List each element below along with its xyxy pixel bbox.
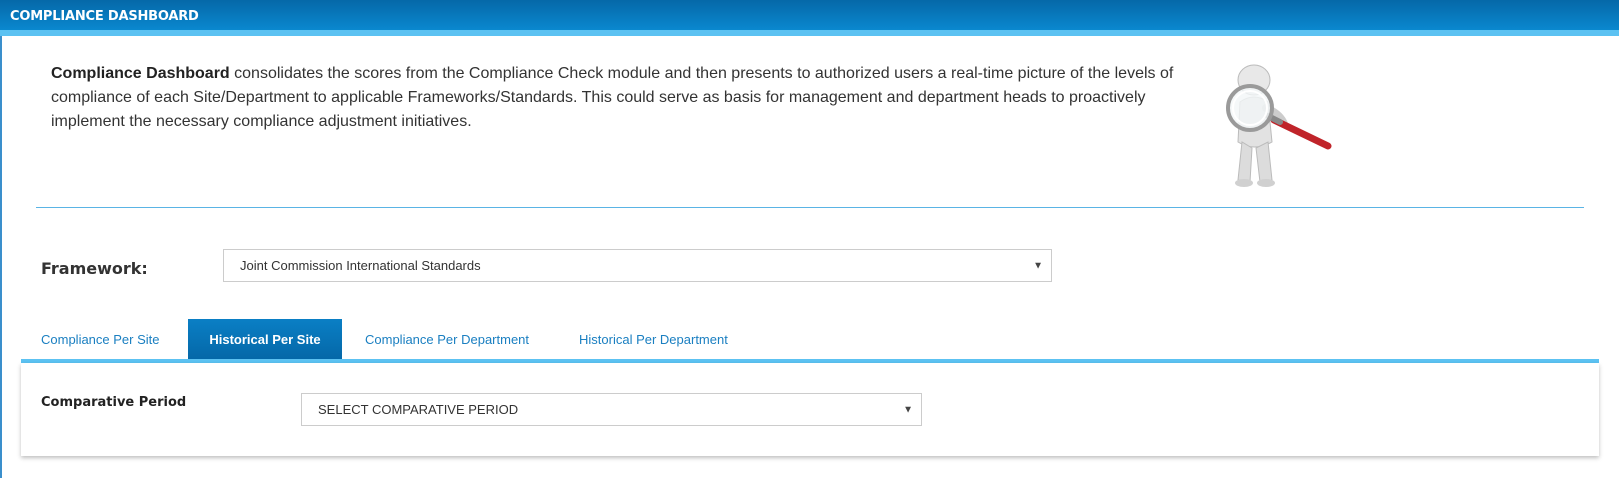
framework-select[interactable]: Joint Commission International Standards…	[223, 249, 1052, 282]
chevron-down-icon: ▼	[903, 404, 913, 415]
chevron-down-icon: ▼	[1033, 260, 1043, 271]
comparative-period-select[interactable]: SELECT COMPARATIVE PERIOD ▼	[301, 393, 922, 426]
tab-label: Compliance Per Site	[41, 331, 160, 347]
comparative-period-value: SELECT COMPARATIVE PERIOD	[318, 402, 519, 417]
intro-paragraph: Compliance Dashboard consolidates the sc…	[51, 62, 1181, 134]
tab-label: Historical Per Site	[209, 331, 321, 347]
divider	[36, 207, 1584, 208]
header-bar: COMPLIANCE DASHBOARD	[0, 0, 1619, 36]
tab-historical-per-department[interactable]: Historical Per Department	[579, 319, 728, 359]
framework-select-value: Joint Commission International Standards	[240, 258, 481, 273]
page-title: COMPLIANCE DASHBOARD	[10, 9, 199, 24]
tab-compliance-per-department[interactable]: Compliance Per Department	[365, 319, 529, 359]
page-left-border	[0, 0, 2, 478]
tab-label: Compliance Per Department	[365, 331, 530, 347]
comparative-period-label: Comparative Period	[41, 395, 187, 410]
magnifier-figure-icon	[1226, 64, 1332, 187]
tab-compliance-per-site[interactable]: Compliance Per Site	[41, 319, 160, 359]
tab-historical-per-site[interactable]: Historical Per Site	[188, 319, 342, 359]
framework-label: Framework:	[41, 259, 148, 278]
tab-bar: Compliance Per Site Historical Per Site …	[21, 319, 1599, 359]
intro-bold: Compliance Dashboard	[51, 65, 230, 82]
tab-label: Historical Per Department	[579, 331, 728, 347]
